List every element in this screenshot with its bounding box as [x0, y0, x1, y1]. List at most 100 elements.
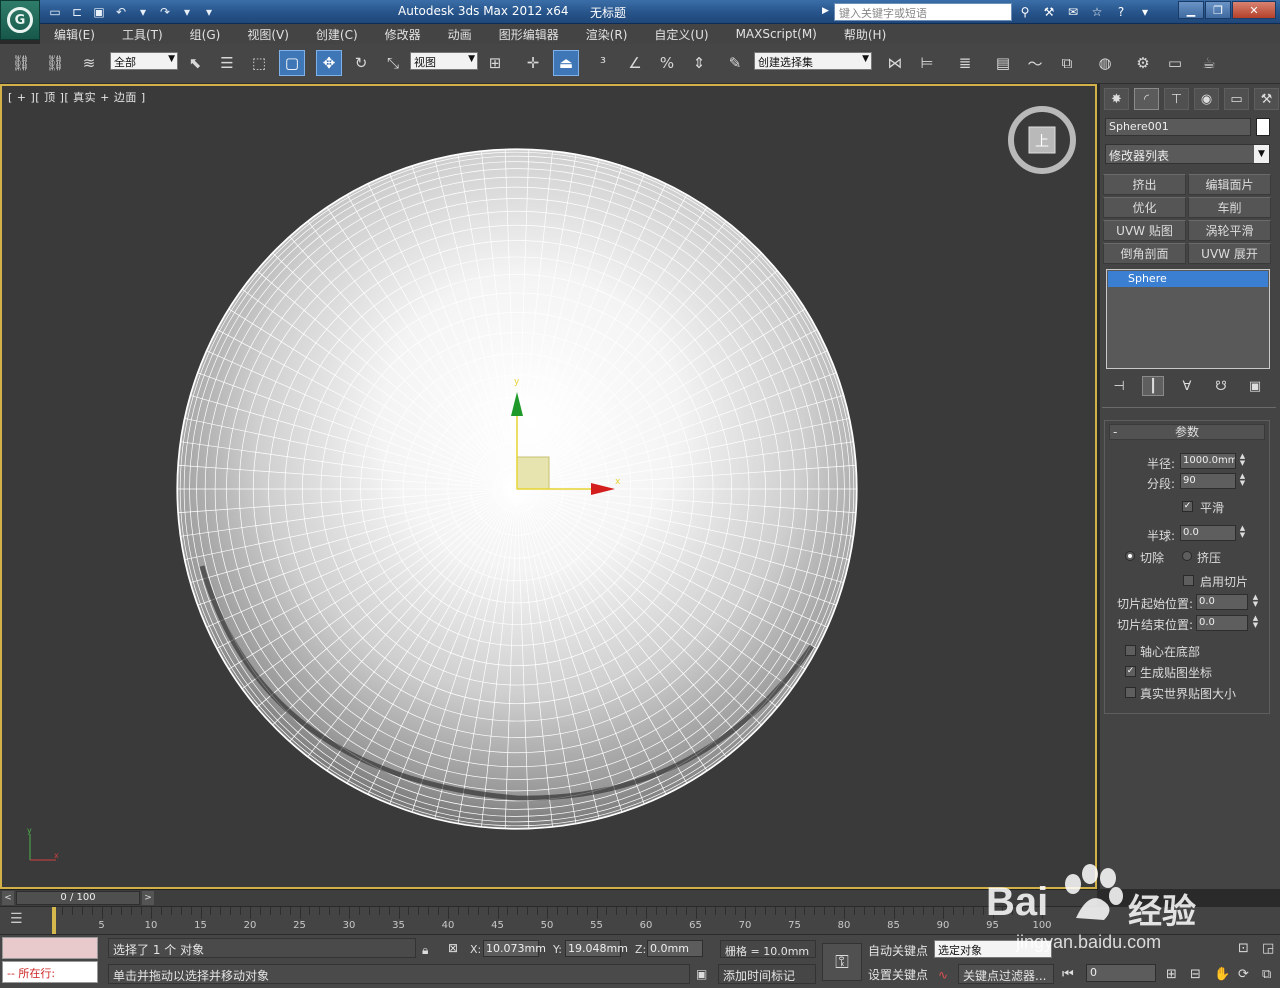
modifier-stack[interactable]: Sphere	[1106, 269, 1270, 369]
utilities-tab-icon[interactable]: ⚒	[1254, 88, 1279, 110]
pivot-center-icon[interactable]: ⊞	[482, 50, 508, 76]
new-file-icon[interactable]: ▭	[46, 3, 64, 20]
menu-maxscript[interactable]: MAXScript(M)	[736, 27, 817, 41]
zoom-region-icon[interactable]: ⊟	[1190, 967, 1201, 982]
help-icon[interactable]: ?	[1112, 3, 1130, 21]
application-menu-button[interactable]: G	[0, 0, 40, 40]
stack-item-sphere[interactable]: Sphere	[1108, 271, 1268, 287]
angle-snap-icon[interactable]: ∠	[622, 50, 648, 76]
close-button[interactable]: ✕	[1232, 1, 1276, 19]
modifier-uvw-map-button[interactable]: UVW 贴图	[1103, 220, 1186, 241]
create-tab-icon[interactable]: ✸	[1104, 88, 1129, 110]
bind-to-space-warp-icon[interactable]: ≋	[76, 50, 102, 76]
align-icon[interactable]: ⊨	[914, 50, 940, 76]
curve-editor-icon[interactable]: 〜	[1022, 50, 1048, 76]
show-end-result-icon[interactable]: ┃	[1142, 376, 1164, 396]
select-and-rotate-icon[interactable]: ↻	[348, 50, 374, 76]
mini-curve-editor-icon[interactable]: ☰	[10, 911, 23, 927]
restore-button[interactable]: ❐	[1205, 1, 1231, 19]
display-tab-icon[interactable]: ▭	[1224, 88, 1249, 110]
time-slider-handle[interactable]: 0 / 100	[16, 891, 140, 905]
snaps-toggle-icon[interactable]: ³	[590, 50, 616, 76]
remove-modifier-icon[interactable]: ☋	[1210, 376, 1232, 396]
time-config-icon[interactable]: ⏮	[1062, 967, 1074, 982]
base-to-pivot-checkbox[interactable]	[1125, 645, 1136, 656]
y-coord-field[interactable]: 19.048mm	[565, 940, 628, 957]
save-file-icon[interactable]: ▣	[90, 3, 108, 20]
help-dropdown-icon[interactable]: ▾	[1136, 3, 1154, 21]
radius-input[interactable]: 1000.0mm	[1180, 453, 1236, 469]
render-setup-icon[interactable]: ⚙	[1130, 50, 1156, 76]
menu-animation[interactable]: 动画	[448, 26, 472, 43]
modifier-optimize-button[interactable]: 优化	[1103, 197, 1186, 218]
menu-group[interactable]: 组(G)	[190, 26, 221, 43]
unlink-selection-icon[interactable]: ⛓	[42, 50, 68, 76]
layer-manager-icon[interactable]: ≣	[952, 50, 978, 76]
modifier-lathe-button[interactable]: 车削	[1188, 197, 1271, 218]
material-editor-icon[interactable]: ◍	[1092, 50, 1118, 76]
modifier-list-dropdown[interactable]: 修改器列表 ▼	[1105, 144, 1270, 164]
z-coord-field[interactable]: 0.0mm	[647, 940, 703, 957]
radius-spinner-arrows[interactable]: ▲ ▼	[1238, 453, 1247, 469]
minimize-button[interactable]: ▁	[1178, 1, 1204, 19]
search-input[interactable]: 键入关键字或短语	[834, 3, 1012, 21]
menu-help[interactable]: 帮助(H)	[844, 26, 886, 43]
reference-coord-dropdown[interactable]: 视图 ▼	[410, 52, 478, 70]
mirror-icon[interactable]: ⋈	[882, 50, 908, 76]
hemisphere-spinner-arrows[interactable]: ▲ ▼	[1238, 525, 1247, 541]
absolute-mode-icon[interactable]: ⊠	[448, 941, 458, 955]
pan-hand-icon[interactable]: ✋	[1214, 967, 1230, 982]
schematic-view-icon[interactable]: ⧉	[1054, 50, 1080, 76]
viewport-top[interactable]: [ + ][ 顶 ][ 真实 + 边面 ] y x 上 y x	[0, 84, 1097, 889]
select-and-link-icon[interactable]: ⛓	[8, 50, 34, 76]
redo-icon[interactable]: ↷	[156, 3, 174, 20]
select-object-icon[interactable]: ⬉	[182, 50, 208, 76]
slice-to-spinner-arrows[interactable]: ▲ ▼	[1251, 615, 1260, 631]
menu-modifiers[interactable]: 修改器	[385, 26, 421, 43]
isolate-selection-icon[interactable]: ▣	[696, 967, 707, 981]
selection-filter-dropdown[interactable]: 全部 ▼	[110, 52, 178, 70]
hierarchy-tab-icon[interactable]: ⊤	[1164, 88, 1189, 110]
menu-views[interactable]: 视图(V)	[247, 26, 289, 43]
key-filters-button[interactable]: 关键点过滤器...	[958, 964, 1054, 984]
menu-edit[interactable]: 编辑(E)	[54, 26, 95, 43]
maxscript-line[interactable]: -- 所在行:	[2, 961, 98, 983]
motion-tab-icon[interactable]: ◉	[1194, 88, 1219, 110]
next-frame-arrow-icon[interactable]: >	[142, 891, 154, 905]
redo-dropdown-icon[interactable]: ▾	[178, 3, 196, 20]
segments-input[interactable]: 90	[1180, 473, 1236, 489]
communication-icon[interactable]: ✉	[1064, 3, 1082, 21]
generate-mapping-checkbox[interactable]: ✓	[1125, 666, 1136, 677]
prev-frame-arrow-icon[interactable]: <	[2, 891, 14, 905]
object-name-field[interactable]: Sphere001	[1105, 118, 1251, 136]
default-tangent-icon[interactable]: ∿	[938, 968, 948, 982]
set-keys-key-icon[interactable]: ⚿	[822, 943, 862, 981]
select-and-scale-icon[interactable]: ⤡	[380, 50, 406, 76]
add-time-tag[interactable]: 添加时间标记	[718, 964, 816, 984]
maximize-viewport-icon[interactable]: ⧉	[1262, 967, 1271, 982]
current-frame-marker[interactable]	[52, 907, 56, 935]
modifier-extrude-button[interactable]: 挤出	[1103, 174, 1186, 195]
auto-key-button[interactable]: 自动关键点	[866, 940, 930, 960]
edit-named-selection-icon[interactable]: ✎	[722, 50, 748, 76]
modifier-bevel-profile-button[interactable]: 倒角剖面	[1103, 243, 1186, 264]
undo-icon[interactable]: ↶	[112, 3, 130, 20]
modifier-unwrap-uvw-button[interactable]: UVW 展开	[1188, 243, 1271, 264]
viewcube[interactable]: 上	[1008, 106, 1076, 174]
customize-qat-icon[interactable]: ▾	[200, 3, 218, 20]
menu-customize[interactable]: 自定义(U)	[654, 26, 708, 43]
percent-snap-icon[interactable]: %	[654, 50, 680, 76]
named-selection-dropdown[interactable]: 创建选择集 ▼	[754, 52, 872, 70]
real-world-map-checkbox[interactable]	[1125, 687, 1136, 698]
menu-create[interactable]: 创建(C)	[316, 26, 358, 43]
modifier-turbosmooth-button[interactable]: 涡轮平滑	[1188, 220, 1271, 241]
squash-radio[interactable]	[1182, 551, 1192, 561]
menu-rendering[interactable]: 渲染(R)	[586, 26, 628, 43]
slice-from-spinner-arrows[interactable]: ▲ ▼	[1251, 594, 1260, 610]
spinner-snap-icon[interactable]: ⇕	[686, 50, 712, 76]
key-set-dropdown[interactable]: 选定对象	[934, 940, 1052, 958]
graphite-ribbon-icon[interactable]: ▤	[990, 50, 1016, 76]
rectangular-selection-icon[interactable]: ⬚	[246, 50, 272, 76]
zoom-extents-icon[interactable]: ⊞	[1166, 967, 1177, 982]
select-and-manipulate-icon[interactable]: ✛	[520, 50, 546, 76]
